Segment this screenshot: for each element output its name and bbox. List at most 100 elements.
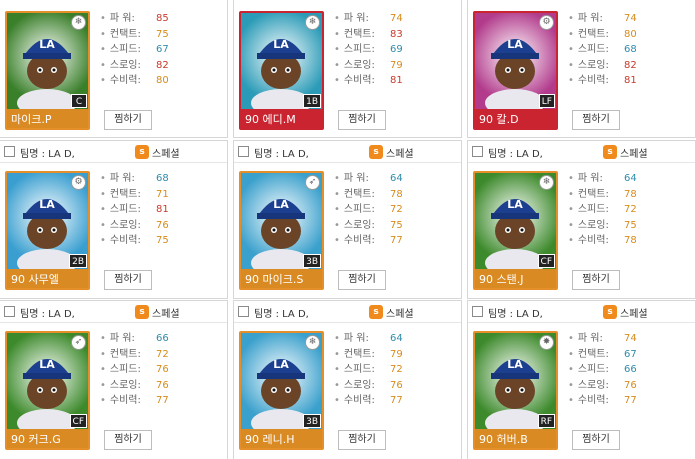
special-label: 스페셜 bbox=[620, 309, 648, 320]
pick-button[interactable]: 찜하기 bbox=[572, 430, 620, 450]
stat-label: 스로잉: bbox=[334, 218, 390, 234]
cell-header: 팀명 : LA D, s 스페셜 bbox=[468, 301, 695, 323]
stat-value: 82 bbox=[624, 59, 637, 71]
stat-row: 수비력:81 bbox=[568, 73, 637, 89]
stat-row: 수비력:77 bbox=[334, 393, 403, 409]
stat-list: 파 워:74컨택트:80스피드:68스로잉:82수비력:81 bbox=[568, 11, 637, 89]
stat-row: 파 워:74 bbox=[334, 11, 403, 27]
stat-label: 컨택트: bbox=[100, 27, 156, 43]
stat-row: 파 워:64 bbox=[334, 331, 403, 347]
pick-button[interactable]: 찜하기 bbox=[104, 110, 152, 130]
stat-row: 스로잉:82 bbox=[568, 58, 637, 74]
select-checkbox[interactable] bbox=[238, 306, 249, 317]
stat-row: 스로잉:76 bbox=[334, 378, 403, 394]
svg-text:LA: LA bbox=[273, 38, 289, 51]
stat-row: 스로잉:76 bbox=[568, 378, 637, 394]
stat-label: 스로잉: bbox=[100, 218, 156, 234]
stat-label: 스피드: bbox=[568, 202, 624, 218]
select-checkbox[interactable] bbox=[238, 146, 249, 157]
stat-label: 파 워: bbox=[100, 171, 156, 187]
stat-value: 81 bbox=[390, 75, 403, 86]
player-cell: 팀명 : LA D,s스페셜LA❄3B90 레니.H파 워:64컨택트:79스피… bbox=[233, 300, 462, 459]
stat-value: 80 bbox=[156, 75, 169, 86]
stat-row: 컨택트:72 bbox=[100, 347, 169, 363]
stat-row: 컨택트:78 bbox=[334, 187, 403, 203]
player-card-image[interactable]: LA ❄ 3B 90 레니.H bbox=[239, 331, 324, 450]
pick-button[interactable]: 찜하기 bbox=[338, 430, 386, 450]
pick-button[interactable]: 찜하기 bbox=[104, 430, 152, 450]
stat-label: 스피드: bbox=[100, 202, 156, 218]
special-badge-icon: s bbox=[603, 305, 617, 319]
pick-button[interactable]: 찜하기 bbox=[104, 270, 152, 290]
select-checkbox[interactable] bbox=[4, 146, 15, 157]
stat-label: 컨택트: bbox=[568, 347, 624, 363]
stat-row: 파 워:74 bbox=[568, 11, 637, 27]
stat-value: 77 bbox=[390, 235, 403, 246]
stat-row: 스로잉:75 bbox=[568, 218, 637, 234]
card-name-bar: 90 커크.G bbox=[7, 429, 88, 448]
star-icon: ✸ bbox=[539, 335, 554, 350]
svg-text:LA: LA bbox=[507, 358, 523, 371]
stat-value: 74 bbox=[390, 13, 403, 24]
stat-label: 수비력: bbox=[100, 73, 156, 89]
player-card-image[interactable]: LA ➶ 3B 90 마이크.S bbox=[239, 171, 324, 290]
stat-value: 66 bbox=[624, 364, 637, 375]
stat-value: 71 bbox=[156, 188, 169, 200]
card-name-bar: 90 스탠.J bbox=[475, 269, 556, 288]
select-checkbox[interactable] bbox=[472, 146, 483, 157]
stat-row: 파 워:85 bbox=[100, 11, 169, 27]
player-card-image[interactable]: LA ➶ CF 90 커크.G bbox=[5, 331, 90, 450]
pick-button[interactable]: 찜하기 bbox=[338, 110, 386, 130]
stat-label: 컨택트: bbox=[568, 187, 624, 203]
pick-button[interactable]: 찜하기 bbox=[338, 270, 386, 290]
card-name-bar: 마이크.P bbox=[7, 109, 88, 128]
stat-value: 80 bbox=[624, 28, 637, 40]
stat-list: 파 워:74컨택트:67스피드:66스로잉:76수비력:77 bbox=[568, 331, 637, 409]
stat-value: 78 bbox=[624, 235, 637, 246]
bird-icon: ➶ bbox=[71, 335, 86, 350]
stat-value: 72 bbox=[156, 348, 169, 360]
stat-value: 74 bbox=[624, 13, 637, 24]
select-checkbox[interactable] bbox=[472, 306, 483, 317]
team-name: 팀명 : LA D, bbox=[488, 149, 543, 160]
stat-row: 수비력:80 bbox=[100, 73, 169, 89]
position-badge: CF bbox=[537, 254, 555, 268]
stat-value: 77 bbox=[624, 395, 637, 406]
stat-value: 68 bbox=[624, 44, 637, 55]
stat-label: 컨택트: bbox=[100, 347, 156, 363]
special-badge-icon: s bbox=[369, 305, 383, 319]
special-badge-icon: s bbox=[603, 145, 617, 159]
stat-row: 스피드:76 bbox=[100, 362, 169, 378]
player-card-image[interactable]: LA ❄ 1B 90 에디.M bbox=[239, 11, 324, 130]
player-card-image[interactable]: LA ⚙ LF 90 칼.D bbox=[473, 11, 558, 130]
stat-label: 파 워: bbox=[568, 11, 624, 27]
stat-value: 85 bbox=[156, 13, 169, 24]
stat-label: 스로잉: bbox=[100, 378, 156, 394]
pick-button[interactable]: 찜하기 bbox=[572, 270, 620, 290]
stat-row: 수비력:78 bbox=[568, 233, 637, 249]
gear-icon: ⚙ bbox=[539, 15, 554, 30]
player-card-image[interactable]: LA ✸ RF 90 허버.B bbox=[473, 331, 558, 450]
position-badge: LF bbox=[538, 94, 555, 108]
position-badge: RF bbox=[537, 414, 555, 428]
stat-row: 컨택트:67 bbox=[568, 347, 637, 363]
player-card-image[interactable]: LA ❄ C 마이크.P bbox=[5, 11, 90, 130]
stat-label: 파 워: bbox=[568, 331, 624, 347]
position-badge: 3B bbox=[303, 254, 321, 268]
card-name-bar: 90 에디.M bbox=[241, 109, 322, 128]
stat-row: 스피드:69 bbox=[334, 42, 403, 58]
stat-row: 파 워:66 bbox=[100, 331, 169, 347]
stat-value: 76 bbox=[156, 364, 169, 375]
select-checkbox[interactable] bbox=[4, 306, 15, 317]
player-card-image[interactable]: LA ❄ CF 90 스탠.J bbox=[473, 171, 558, 290]
pick-button[interactable]: 찜하기 bbox=[572, 110, 620, 130]
player-card-image[interactable]: LA ⚙ 2B 90 사무엘 bbox=[5, 171, 90, 290]
stat-row: 컨택트:75 bbox=[100, 27, 169, 43]
stat-value: 76 bbox=[390, 379, 403, 391]
special-label: 스페셜 bbox=[386, 149, 414, 160]
svg-text:LA: LA bbox=[507, 38, 523, 51]
stat-label: 스로잉: bbox=[334, 378, 390, 394]
stat-value: 82 bbox=[156, 59, 169, 71]
team-name: 팀명 : LA D, bbox=[488, 309, 543, 320]
stat-value: 64 bbox=[390, 173, 403, 184]
